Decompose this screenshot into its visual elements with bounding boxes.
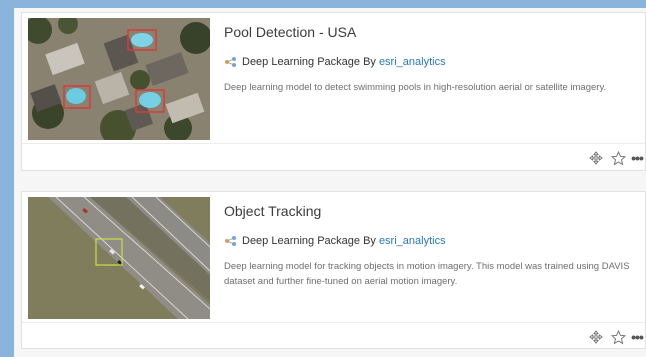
item-type-label: Deep Learning Package By	[242, 56, 376, 68]
card-divider	[22, 143, 645, 144]
item-type-row: Deep Learning Package By esri_analytics	[224, 235, 446, 247]
star-icon[interactable]	[607, 147, 629, 169]
card-divider	[22, 322, 645, 323]
item-owner-link[interactable]: esri_analytics	[379, 235, 446, 247]
deep-learning-package-icon	[224, 235, 238, 247]
item-type-row: Deep Learning Package By esri_analytics	[224, 56, 446, 68]
item-description: Deep learning model to detect swimming p…	[224, 82, 607, 93]
item-actions: •••	[585, 326, 645, 348]
item-thumbnail[interactable]	[28, 18, 210, 140]
item-title[interactable]: Object Tracking	[224, 203, 321, 219]
star-icon[interactable]	[607, 326, 629, 348]
more-options-button[interactable]: •••	[629, 147, 645, 169]
item-type-label: Deep Learning Package By	[242, 235, 376, 247]
item-description: Deep learning model for tracking objects…	[224, 261, 630, 287]
item-card: Object Tracking Deep Learning Package By…	[21, 191, 646, 349]
more-options-button[interactable]: •••	[629, 326, 645, 348]
item-thumbnail[interactable]	[28, 197, 210, 319]
move-icon[interactable]	[585, 326, 607, 348]
item-actions: •••	[585, 147, 645, 169]
item-owner-link[interactable]: esri_analytics	[379, 56, 446, 68]
item-title[interactable]: Pool Detection - USA	[224, 24, 356, 40]
item-card: Pool Detection - USA Deep Learning Packa…	[21, 12, 646, 171]
move-icon[interactable]	[585, 147, 607, 169]
deep-learning-package-icon	[224, 56, 238, 68]
